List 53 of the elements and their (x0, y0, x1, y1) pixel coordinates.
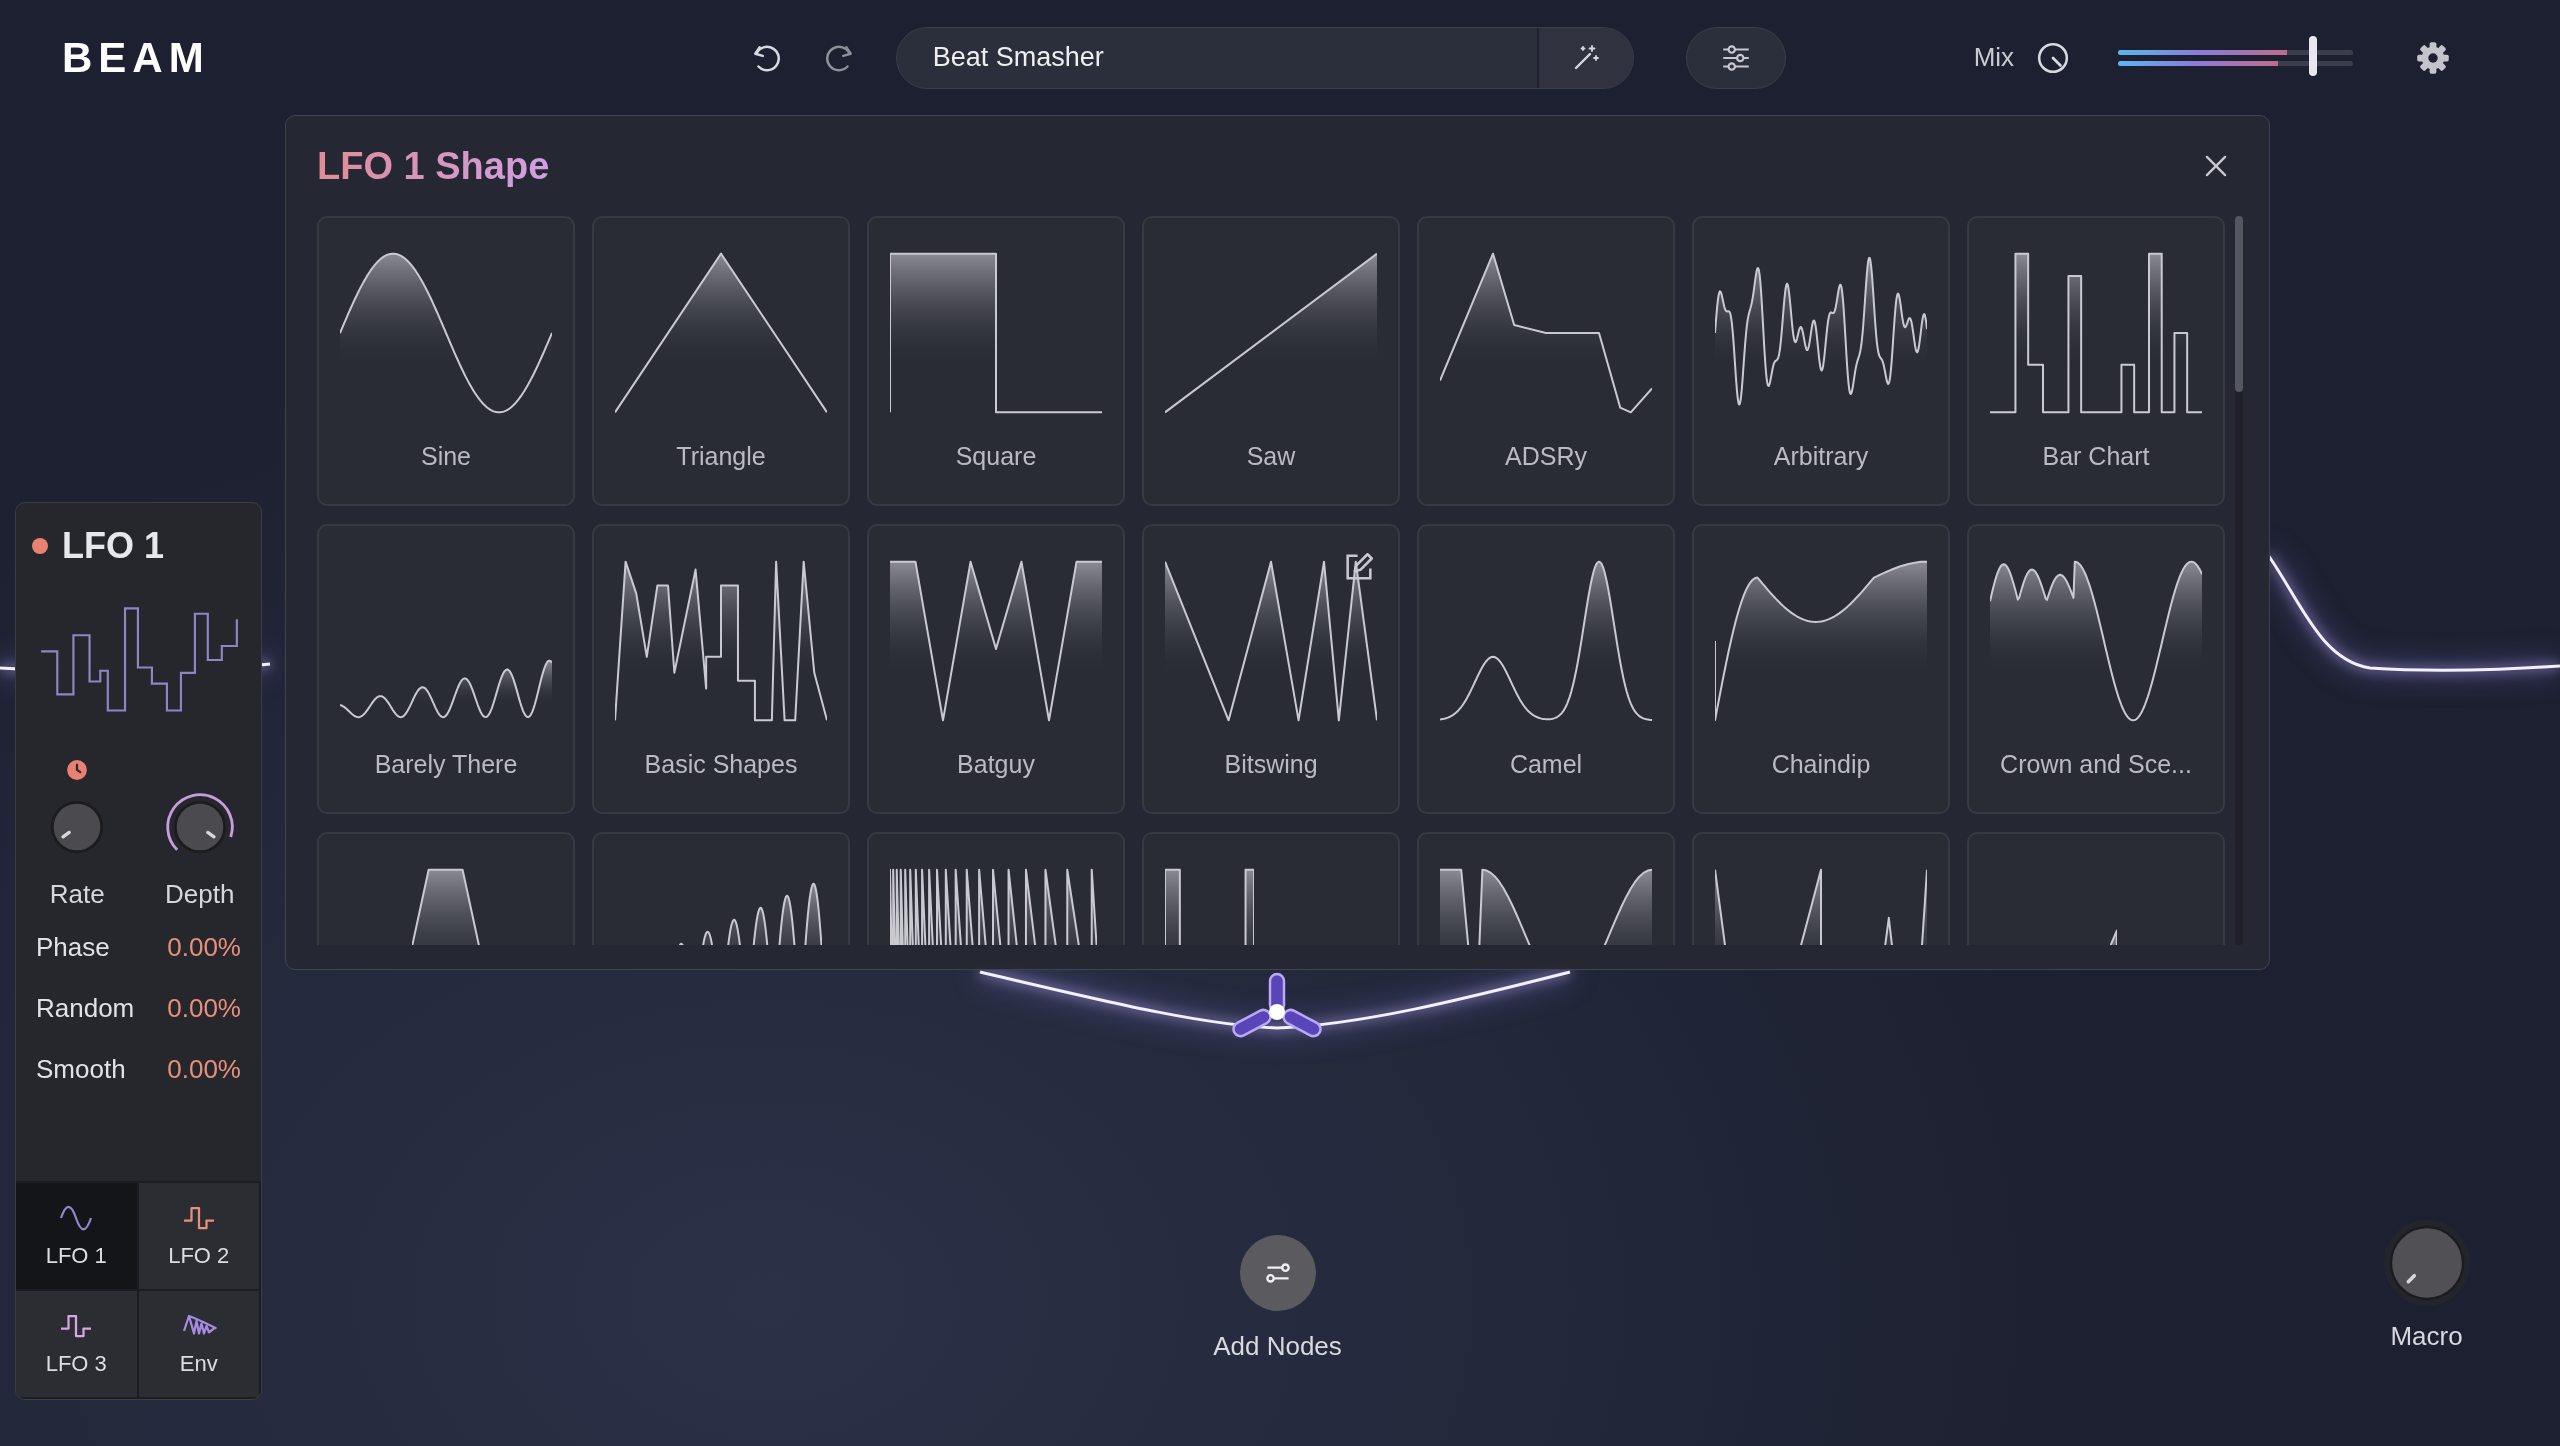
param-value[interactable]: 0.00% (167, 993, 241, 1024)
lfo-tab[interactable]: LFO 2 (138, 1183, 261, 1291)
shape-name: Triangle (676, 442, 766, 471)
settings-icon[interactable] (2415, 39, 2452, 76)
shape-name: Bitswing (1224, 750, 1318, 779)
shape-name: Chaindip (1771, 750, 1871, 779)
shape-name: Crown and Sce... (2000, 750, 2192, 779)
shape-card[interactable]: Arbitrary (1692, 216, 1950, 506)
lfo-tab[interactable]: LFO 3 (16, 1291, 139, 1399)
shape-card[interactable]: Basic Shapes (592, 524, 850, 814)
shape-card[interactable]: Saw (1142, 216, 1400, 506)
shape-name: Saw (1246, 442, 1296, 471)
shape-name: Sine (420, 442, 471, 471)
shape-card[interactable]: Chaindip (1692, 524, 1950, 814)
shape-card[interactable]: Crown and Sce... (1967, 524, 2225, 814)
scrollbar[interactable] (2235, 216, 2243, 945)
shape-card[interactable]: ADSRy (1417, 216, 1675, 506)
macro-label: Macro (2390, 1321, 2463, 1352)
shape-name: ADSRy (1505, 442, 1587, 471)
shape-card[interactable]: Barely There (317, 524, 575, 814)
shape-name: Batguy (957, 750, 1035, 779)
knob-label: Depth (165, 879, 235, 910)
close-icon[interactable] (2203, 153, 2229, 179)
shape-name: Camel (1509, 750, 1583, 779)
shape-card[interactable]: Bitswing (1142, 524, 1400, 814)
knob-label: Rate (49, 879, 105, 910)
ramp-waveform-drawing (2110, 929, 2118, 945)
app-logo: BEAM (62, 33, 210, 82)
shape-card[interactable]: Batguy (867, 524, 1125, 814)
mix-label: Mix (1973, 42, 2015, 73)
mix-knob-icon[interactable] (2036, 40, 2071, 75)
shape-card[interactable]: Square (867, 216, 1125, 506)
param-label: Phase (36, 932, 110, 963)
lfo-tab[interactable]: LFO 1 (16, 1183, 139, 1291)
add-nodes-label: Add Nodes (1213, 1331, 1342, 1362)
param-label: Random (36, 993, 135, 1024)
shape-name: Barely There (374, 750, 518, 779)
shape-card[interactable]: Camel (1417, 524, 1675, 814)
lfo-title: LFO 1 (62, 525, 164, 567)
param-label: Smooth (36, 1054, 126, 1085)
shape-name: Arbitrary (1773, 442, 1869, 471)
lfo-tab[interactable]: Env (138, 1291, 261, 1399)
shape-card[interactable]: Sine (317, 216, 575, 506)
clock-icon[interactable] (66, 759, 89, 781)
param-value[interactable]: 0.00% (167, 932, 241, 963)
shape-card[interactable]: Bar Chart (1967, 216, 2225, 506)
shape-name: Bar Chart (2042, 442, 2150, 471)
shape-name: Square (955, 442, 1037, 471)
mix-fader-thumb[interactable] (2309, 35, 2318, 76)
preset-field[interactable]: Beat Smasher (895, 26, 1634, 89)
shape-name: Basic Shapes (644, 750, 798, 779)
shape-card[interactable]: Triangle (592, 216, 850, 506)
param-value[interactable]: 0.00% (167, 1054, 241, 1085)
